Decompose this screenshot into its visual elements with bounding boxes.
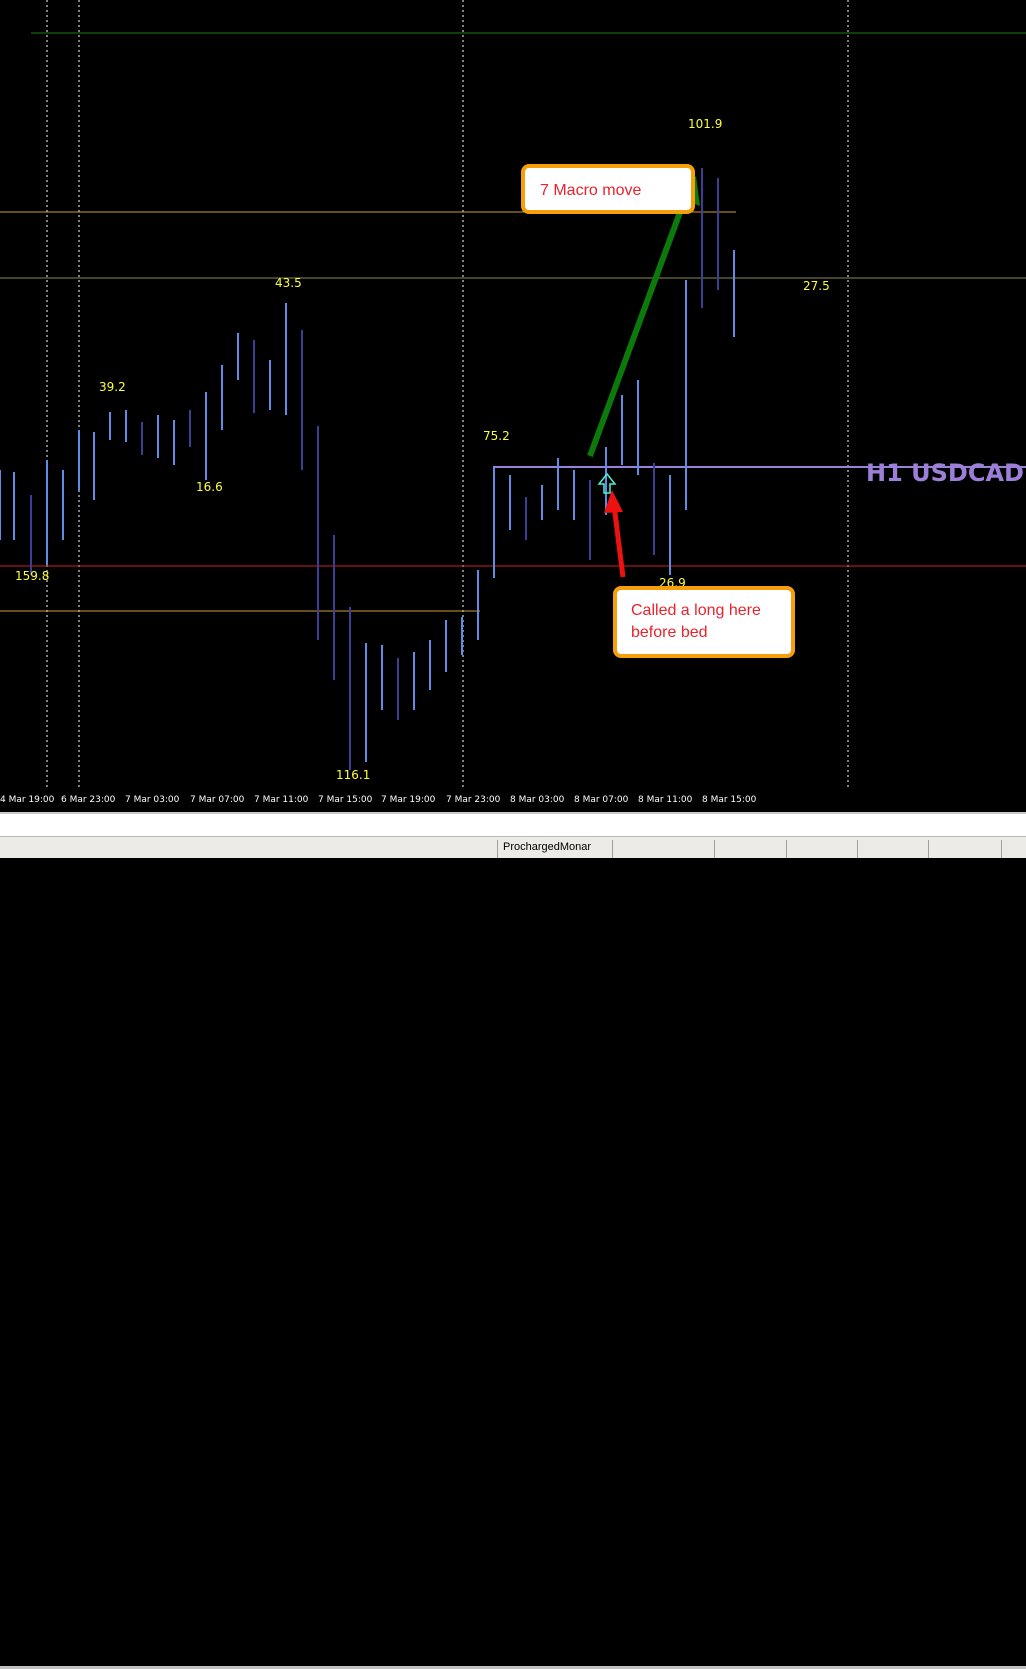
tab-separator	[497, 840, 498, 858]
tab-separator	[612, 840, 613, 858]
x-tick-label: 7 Mar 19:00	[381, 795, 436, 805]
x-tick-label: 8 Mar 11:00	[638, 795, 693, 805]
arrows	[587, 176, 700, 578]
callout-macro-move: 7 Macro move	[521, 164, 695, 214]
callout-long-entry: Called a long here before bed	[613, 586, 795, 658]
x-tick-label: 7 Mar 11:00	[254, 795, 309, 805]
chart-title: H1 USDCAD	[866, 459, 1024, 487]
x-tick-label: 6 Mar 23:00	[61, 795, 116, 805]
chart-area[interactable]: 159.8 39.2 16.6 43.5 116.1 75.2 26.9 101…	[0, 0, 1026, 790]
grid-lines	[46, 0, 849, 790]
value-label: 101.9	[688, 117, 723, 131]
value-label: 16.6	[196, 480, 223, 494]
price-chart[interactable]	[0, 0, 1026, 790]
price-bars	[0, 168, 735, 770]
tab-separator	[786, 840, 787, 858]
x-tick-label: 7 Mar 15:00	[318, 795, 373, 805]
x-tick-label: 8 Mar 03:00	[510, 795, 565, 805]
x-tick-label: 8 Mar 07:00	[574, 795, 629, 805]
value-label: 159.8	[15, 569, 50, 583]
level-lines	[0, 32, 1026, 612]
tab-procharged-monar[interactable]: ProchargedMonar	[503, 841, 591, 853]
tab-separator	[857, 840, 858, 858]
x-tick-label: 7 Mar 07:00	[190, 795, 245, 805]
time-axis: 4 Mar 19:00 6 Mar 23:00 7 Mar 03:00 7 Ma…	[0, 790, 1026, 812]
value-label: 39.2	[99, 380, 126, 394]
value-label: 116.1	[336, 768, 371, 782]
tab-separator	[1001, 840, 1002, 858]
x-tick-label: 7 Mar 03:00	[125, 795, 180, 805]
value-label: 43.5	[275, 276, 302, 290]
x-tick-label: 8 Mar 15:00	[702, 795, 757, 805]
terminal-strip: ProchargedMonar	[0, 812, 1026, 1669]
callout-text: Called a long here before bed	[631, 602, 761, 641]
value-label: 75.2	[483, 429, 510, 443]
tab-separator	[714, 840, 715, 858]
x-tick-label: 7 Mar 23:00	[446, 795, 501, 805]
x-tick-label: 4 Mar 19:00	[0, 795, 55, 805]
value-label: 27.5	[803, 279, 830, 293]
tab-separator	[928, 840, 929, 858]
callout-text: 7 Macro move	[540, 182, 642, 199]
